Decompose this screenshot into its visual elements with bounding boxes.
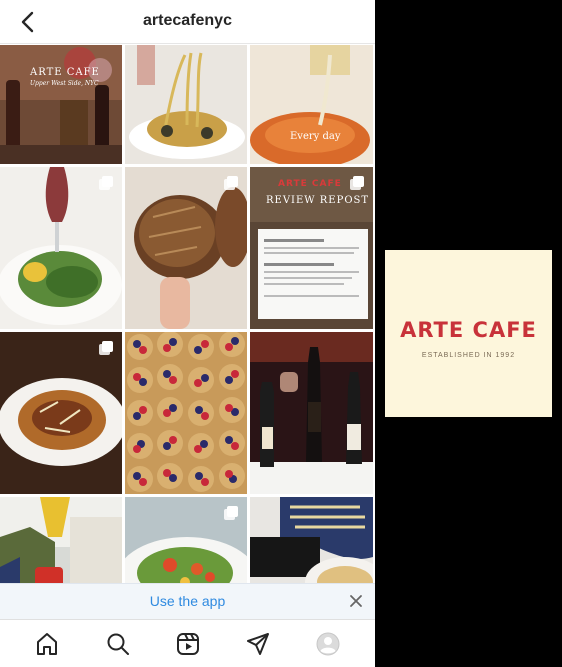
use-app-link[interactable]: Use the app xyxy=(0,593,375,609)
instagram-profile-view: artecafenyc ARTE CAFE Upper West Side, N… xyxy=(0,0,375,667)
use-app-banner: Use the app xyxy=(0,583,375,619)
post-tile[interactable] xyxy=(0,332,122,494)
post-tile[interactable]: ARTE CAFE REVIEW REPOST xyxy=(250,167,373,329)
logo-name: ARTE CAFE xyxy=(400,318,537,342)
posts-grid: ARTE CAFE Upper West Side, NYC Every day… xyxy=(0,45,375,617)
close-icon[interactable] xyxy=(347,592,365,610)
carousel-icon xyxy=(224,176,238,190)
carousel-icon xyxy=(99,176,113,190)
carousel-icon xyxy=(224,506,238,520)
post-overlay-title: ARTE CAFE xyxy=(278,179,342,189)
post-tile[interactable] xyxy=(125,167,247,329)
carousel-icon xyxy=(99,341,113,355)
post-image xyxy=(250,167,373,329)
post-overlay-subtitle: REVIEW REPOST xyxy=(266,195,370,206)
send-icon[interactable] xyxy=(246,632,270,656)
search-icon[interactable] xyxy=(106,632,130,656)
logo-tagline: ESTABLISHED IN 1992 xyxy=(421,352,516,359)
post-tile[interactable] xyxy=(0,167,122,329)
post-image xyxy=(0,167,122,329)
page-title: artecafenyc xyxy=(143,12,232,29)
carousel-icon xyxy=(350,176,364,190)
post-tile[interactable] xyxy=(250,332,373,494)
post-tile[interactable] xyxy=(125,332,247,494)
post-overlay-title: ARTE CAFE xyxy=(30,67,100,78)
post-overlay-subtitle: Upper West Side, NYC xyxy=(30,80,99,87)
home-icon[interactable] xyxy=(35,632,59,656)
reels-icon[interactable] xyxy=(176,632,200,656)
post-tile[interactable]: ARTE CAFE Upper West Side, NYC xyxy=(0,45,122,164)
screen: artecafenyc ARTE CAFE Upper West Side, N… xyxy=(0,0,562,667)
post-image xyxy=(0,332,122,494)
post-image xyxy=(125,332,247,494)
bottom-nav xyxy=(0,619,375,667)
post-image xyxy=(250,45,373,164)
post-tile[interactable] xyxy=(125,45,247,164)
post-image xyxy=(0,45,122,164)
post-image xyxy=(125,167,247,329)
post-overlay-text: Every day xyxy=(290,131,341,142)
post-image xyxy=(250,332,373,494)
top-bar: artecafenyc xyxy=(0,0,375,44)
post-tile[interactable]: Every day xyxy=(250,45,373,164)
post-image xyxy=(125,45,247,164)
arte-cafe-logo: ARTE CAFE ESTABLISHED IN 1992 xyxy=(385,250,552,417)
avatar-icon[interactable] xyxy=(316,632,340,656)
